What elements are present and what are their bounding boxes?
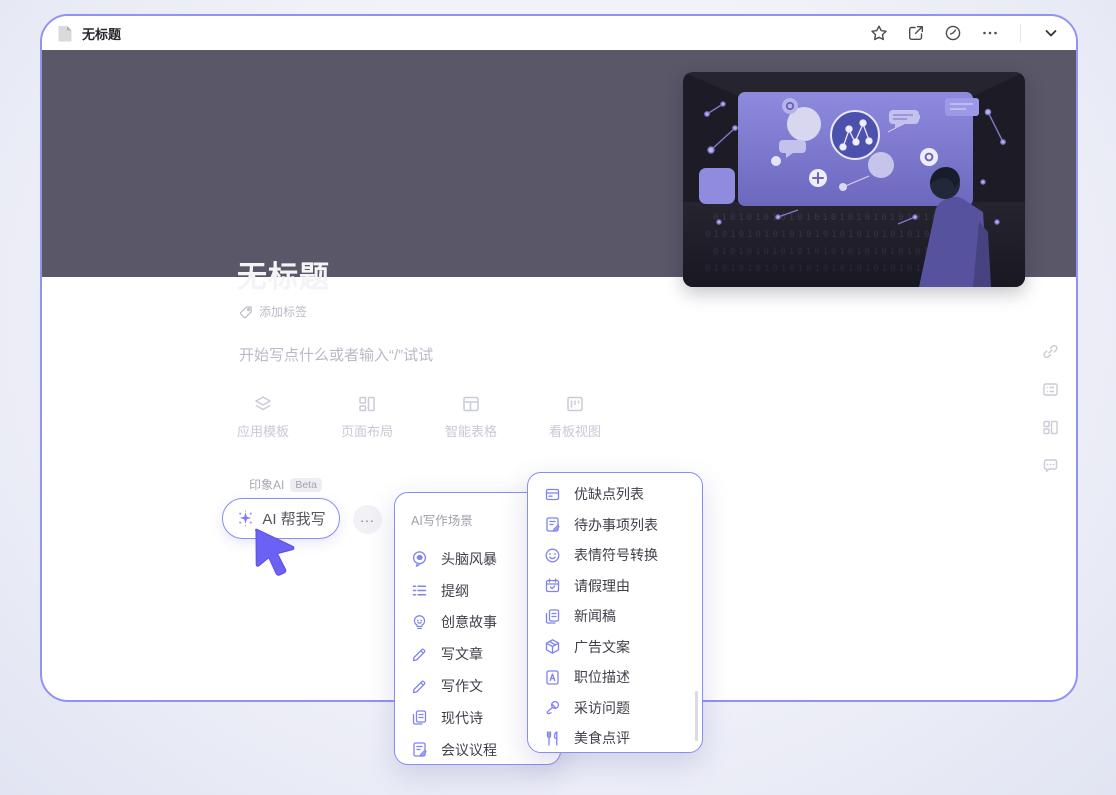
menu-item-label: 会议议程 [441,740,497,760]
ai-more-button[interactable]: ... [353,505,382,534]
menu-item-label: 表情符号转换 [574,545,658,565]
menu-item-label: 现代诗 [441,708,483,728]
menu-item-label: 头脑风暴 [441,549,497,569]
smiley-icon [544,547,561,564]
menu-item-ad-copy[interactable]: 广告文案 [528,632,702,663]
menu-item-label: 优缺点列表 [574,484,644,504]
template-row: 应用模板 页面布局 智能表格 看板视图 [221,394,617,440]
copy-doc-icon [544,608,561,625]
cutlery-icon [544,730,561,747]
tag-icon [239,305,253,319]
window-topbar: 无标题 [42,16,1076,50]
template-kanban-view[interactable]: 看板视图 [533,394,617,440]
template-label: 智能表格 [445,421,497,440]
template-label: 应用模板 [237,421,289,440]
microphone-icon [544,699,561,716]
menu-item-label: 提纲 [441,581,469,601]
table-icon [461,394,481,414]
menu-item-label: 创意故事 [441,612,497,632]
calendar-icon [544,577,561,594]
template-apply[interactable]: 应用模板 [221,394,305,440]
pen-icon [411,646,428,663]
more-icon[interactable] [981,24,999,42]
right-rail [1042,343,1059,474]
share-icon[interactable] [907,24,925,42]
menu-item-label: 写文章 [441,644,483,664]
menu-item-emoji-convert[interactable]: 表情符号转换 [528,540,702,571]
ai-brand-row: 印象AI Beta [249,476,322,493]
ai-write-label: AI 帮我写 [262,508,325,529]
topbar-divider [1020,24,1021,42]
doc-edit-icon [544,516,561,533]
menu-item-label: 新闻稿 [574,606,616,626]
star-icon[interactable] [870,24,888,42]
package-icon [544,638,561,655]
hero-illustration: 0101010101010101010101010101010 01010101… [683,72,1025,287]
page-title: 无标题 [237,252,330,296]
beta-badge: Beta [290,478,322,492]
menu-item-label: 采访问题 [574,698,630,718]
editor-placeholder[interactable]: 开始写点什么或者输入“/”试试 [239,344,433,365]
ai-scenario-menu: 优缺点列表 待办事项列表 表情符号转换 请假理由 新闻稿 广告文案 职位描述 [527,472,703,753]
ellipsis-label: ... [360,509,375,525]
layers-icon [253,394,273,414]
template-page-layout[interactable]: 页面布局 [325,394,409,440]
history-icon[interactable] [944,24,962,42]
document-icon [58,25,73,42]
menu-item-pros-cons[interactable]: 优缺点列表 [528,479,702,510]
pen-icon [411,678,428,695]
menu-item-label: 职位描述 [574,667,630,687]
doc-a-icon [544,669,561,686]
chevron-down-icon[interactable] [1042,24,1060,42]
kanban-icon [565,394,585,414]
sparkles-icon [236,509,255,528]
menu-item-leave-excuse[interactable]: 请假理由 [528,571,702,602]
ai-write-button[interactable]: AI 帮我写 [222,498,340,539]
menu-item-label: 广告文案 [574,637,630,657]
ai-brand-label: 印象AI [249,476,284,493]
layout-blocks-icon[interactable] [1042,419,1059,436]
template-label: 看板视图 [549,421,601,440]
brainstorm-icon [411,550,428,567]
menu-item-job-description[interactable]: 职位描述 [528,662,702,693]
outline-icon [411,582,428,599]
menu-scrollbar[interactable] [695,691,698,741]
card-list-icon[interactable] [1042,381,1059,398]
copy-doc-icon [411,709,428,726]
template-smart-table[interactable]: 智能表格 [429,394,513,440]
link-icon[interactable] [1042,343,1059,360]
table-list-icon [544,486,561,503]
binary-text: 0101010101010101010101010101010 [705,230,966,240]
add-tag-button[interactable]: 添加标签 [239,303,307,320]
idea-bulb-icon [411,614,428,631]
menu-item-label: 美食点评 [574,728,630,748]
add-tag-label: 添加标签 [259,303,307,320]
menu-item-label: 待办事项列表 [574,515,658,535]
layout-icon [357,394,377,414]
menu-item-food-review[interactable]: 美食点评 [528,723,702,754]
menu-item-label: 请假理由 [574,576,630,596]
menu-item-label: 写作文 [441,676,483,696]
template-label: 页面布局 [341,421,393,440]
comment-icon[interactable] [1042,457,1059,474]
menu-item-press-release[interactable]: 新闻稿 [528,601,702,632]
menu-item-interview-questions[interactable]: 采访问题 [528,693,702,724]
menu-item-todo-list[interactable]: 待办事项列表 [528,510,702,541]
window-title: 无标题 [82,24,121,43]
doc-edit-icon [411,741,428,758]
